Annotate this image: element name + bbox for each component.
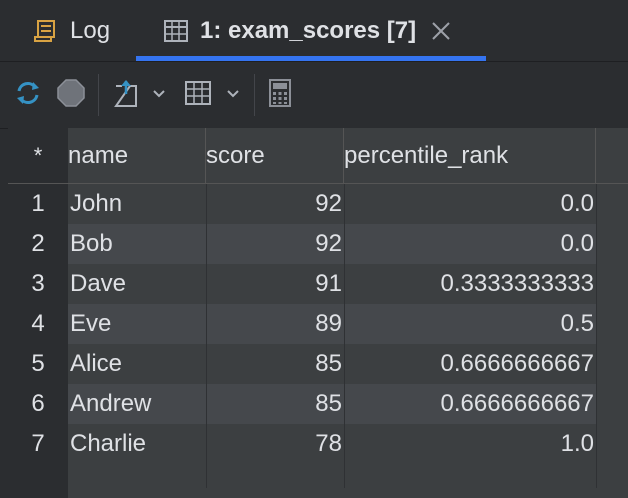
column-header-empty xyxy=(596,128,628,183)
chevron-down-icon[interactable] xyxy=(226,86,240,104)
cell-score[interactable]: 92 xyxy=(206,184,342,224)
cell-name[interactable]: John xyxy=(70,184,204,224)
toolbar-separator xyxy=(98,74,99,116)
table-view-button[interactable] xyxy=(184,78,240,112)
table-row[interactable]: 4 Eve 89 0.5 xyxy=(8,304,628,344)
row-cells: Andrew 85 0.6666666667 xyxy=(68,384,596,424)
result-grid: * name score percentile_rank 1 John 92 0… xyxy=(8,128,628,498)
stop-icon xyxy=(56,78,86,113)
cell-percentile-rank[interactable]: 0.3333333333 xyxy=(344,264,595,304)
row-number: 5 xyxy=(31,350,45,377)
close-icon[interactable] xyxy=(430,20,452,42)
cell-name[interactable]: Bob xyxy=(70,224,204,264)
refresh-icon xyxy=(14,79,42,112)
cell-score[interactable]: 92 xyxy=(206,224,342,264)
table-view-icon xyxy=(184,79,212,112)
table-row[interactable]: 3 Dave 91 0.3333333333 xyxy=(8,264,628,304)
table-row[interactable]: 1 John 92 0.0 xyxy=(8,184,628,224)
table-row[interactable]: 6 Andrew 85 0.6666666667 xyxy=(8,384,628,424)
cell-score[interactable]: 85 xyxy=(206,344,342,384)
column-header-percentile-rank[interactable]: percentile_rank xyxy=(344,128,596,183)
column-divider xyxy=(206,184,207,488)
row-cells: Charlie 78 1.0 xyxy=(68,424,596,464)
export-button[interactable] xyxy=(112,78,166,112)
table-row[interactable]: 5 Alice 85 0.6666666667 xyxy=(8,344,628,384)
cell-percentile-rank[interactable]: 0.0 xyxy=(344,224,594,264)
cell-percentile-rank[interactable]: 0.5 xyxy=(344,304,594,344)
cell-score[interactable]: 91 xyxy=(206,264,342,304)
select-all-corner[interactable]: * xyxy=(8,128,68,183)
tab-log[interactable]: Log xyxy=(32,0,110,61)
cell-percentile-rank[interactable]: 1.0 xyxy=(344,424,594,464)
column-divider xyxy=(596,184,597,488)
row-cells: Eve 89 0.5 xyxy=(68,304,596,344)
cell-score[interactable]: 85 xyxy=(206,384,342,424)
export-icon xyxy=(112,78,140,113)
row-number: 4 xyxy=(31,310,45,337)
cell-name[interactable]: Alice xyxy=(70,344,204,384)
column-header-name[interactable]: name xyxy=(68,128,206,183)
row-cells: Bob 92 0.0 xyxy=(68,224,596,264)
cell-score[interactable]: 78 xyxy=(206,424,342,464)
tab-bar: Log 1: exam_scores [7] xyxy=(0,0,628,62)
row-cells: John 92 0.0 xyxy=(68,184,596,224)
toolbar-separator xyxy=(254,74,255,116)
calculator-button[interactable] xyxy=(268,78,292,112)
column-divider xyxy=(344,184,345,488)
row-number: 6 xyxy=(31,390,45,417)
table-icon xyxy=(162,17,190,45)
grid-header: * name score percentile_rank xyxy=(8,128,628,184)
cell-name[interactable]: Charlie xyxy=(70,424,204,464)
cell-percentile-rank[interactable]: 0.6666666667 xyxy=(344,384,595,424)
table-row[interactable]: 7 Charlie 78 1.0 xyxy=(8,424,628,464)
cell-percentile-rank[interactable]: 0.0 xyxy=(344,184,594,224)
row-cells: Alice 85 0.6666666667 xyxy=(68,344,596,384)
table-row[interactable]: 2 Bob 92 0.0 xyxy=(8,224,628,264)
cell-score[interactable]: 89 xyxy=(206,304,342,344)
column-header-score[interactable]: score xyxy=(206,128,344,183)
cell-percentile-rank[interactable]: 0.6666666667 xyxy=(344,344,595,384)
chevron-down-icon[interactable] xyxy=(152,86,166,104)
scroll-log-icon xyxy=(32,17,60,45)
row-number: 1 xyxy=(31,190,45,217)
toolbar xyxy=(0,62,628,129)
tab-log-label: Log xyxy=(70,16,111,44)
cell-name[interactable]: Dave xyxy=(70,264,204,304)
cell-name[interactable]: Andrew xyxy=(70,384,204,424)
calculator-icon xyxy=(268,78,292,113)
tab-exam-scores[interactable]: 1: exam_scores [7] xyxy=(136,0,486,61)
refresh-button[interactable] xyxy=(14,78,42,112)
cell-name[interactable]: Eve xyxy=(70,304,204,344)
tab-exam-scores-label: 1: exam_scores [7] xyxy=(200,16,417,44)
active-tab-indicator xyxy=(136,56,486,61)
row-cells: Dave 91 0.3333333333 xyxy=(68,264,596,304)
row-number: 2 xyxy=(31,230,45,257)
row-number: 3 xyxy=(31,270,45,297)
stop-button[interactable] xyxy=(56,78,86,112)
row-number: 7 xyxy=(31,430,45,457)
